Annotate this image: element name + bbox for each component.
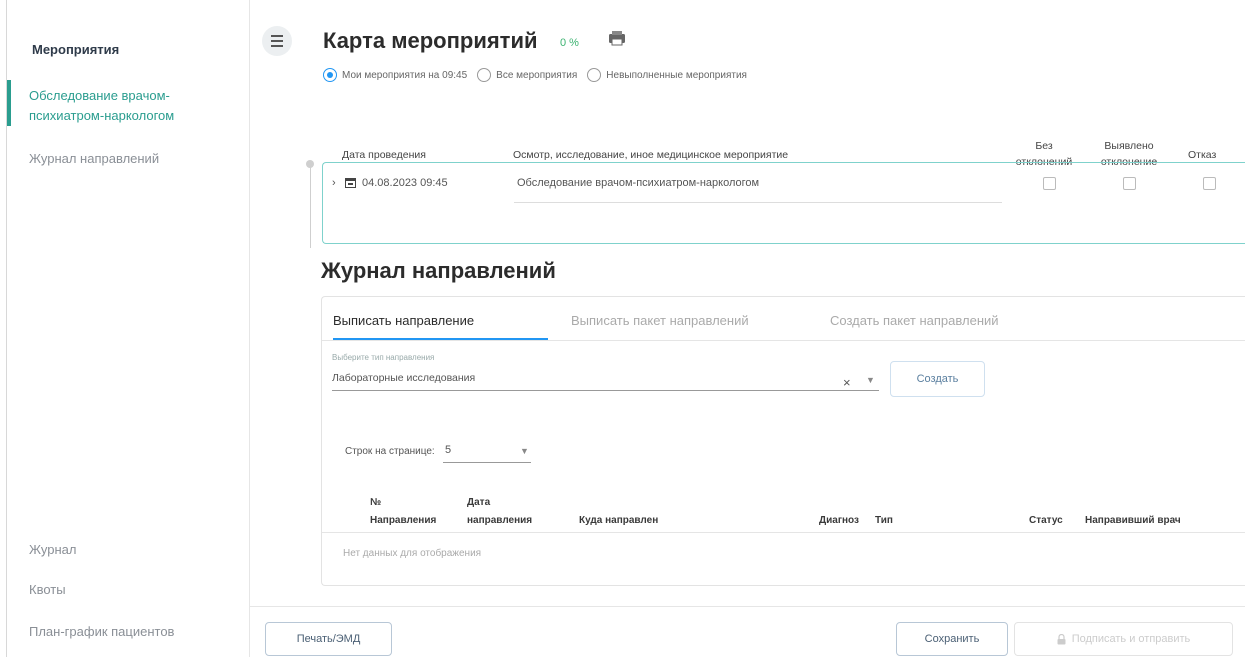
printer-icon[interactable] <box>608 30 626 46</box>
sidebar-item-quotas[interactable]: Квоты <box>29 580 66 600</box>
table-header-divider <box>322 532 1245 533</box>
sign-and-send-button[interactable]: Подписать и отправить <box>1014 622 1233 656</box>
expand-chevron-icon[interactable]: › <box>332 177 336 189</box>
sidebar-active-indicator <box>7 80 11 126</box>
col-status[interactable]: Статус <box>1029 512 1063 530</box>
rows-per-page-select[interactable]: 5 <box>445 444 451 456</box>
save-button[interactable]: Сохранить <box>896 622 1008 656</box>
sidebar-item-psychiatrist-exam[interactable]: Обследование врачом- психиатром-нарколог… <box>29 86 174 126</box>
menu-toggle-button[interactable] <box>262 26 292 56</box>
filter-incomplete-events[interactable]: Невыполненные мероприятия <box>587 68 747 82</box>
col-referral-date[interactable]: Дата направления <box>467 494 532 530</box>
footer-divider <box>250 606 1245 607</box>
checkbox-no-deviation[interactable] <box>1043 177 1056 190</box>
col-event: Осмотр, исследование, иное медицинское м… <box>513 149 789 161</box>
col-diagnosis[interactable]: Диагноз <box>819 512 859 530</box>
rows-select-underline <box>443 462 531 463</box>
chevron-down-icon[interactable]: ▼ <box>520 446 529 456</box>
filter-all-events[interactable]: Все мероприятия <box>477 68 577 82</box>
sidebar-item-label-line2: психиатром-наркологом <box>29 108 175 123</box>
hamburger-icon <box>271 34 283 49</box>
print-emd-button[interactable]: Печать/ЭМД <box>265 622 392 656</box>
journal-tabs: Выписать направление Выписать пакет напр… <box>322 297 1245 341</box>
progress-percent: 0 % <box>560 37 579 49</box>
filter-my-events[interactable]: Мои мероприятия на 09:45 <box>323 68 467 82</box>
radio-icon <box>477 68 492 82</box>
sidebar-header: Мероприятия <box>32 42 120 57</box>
checkbox-deviation[interactable] <box>1123 177 1136 190</box>
empty-table-message: Нет данных для отображения <box>343 548 482 559</box>
col-type[interactable]: Тип <box>875 512 893 530</box>
create-button[interactable]: Создать <box>890 361 985 397</box>
sidebar: Мероприятия Обследование врачом- психиат… <box>7 0 250 657</box>
radio-icon <box>587 68 602 82</box>
lock-icon <box>1057 633 1066 644</box>
sidebar-item-patient-schedule[interactable]: План-график пациентов <box>29 622 174 642</box>
event-date: 04.08.2023 09:45 <box>362 177 448 189</box>
sidebar-item-journal[interactable]: Журнал <box>29 540 76 560</box>
col-destination[interactable]: Куда направлен <box>579 512 658 530</box>
event-filter-radios: Мои мероприятия на 09:45 Все мероприятия… <box>323 68 757 82</box>
event-name-underline <box>514 202 1002 203</box>
select-underline <box>332 390 879 391</box>
clear-icon[interactable]: × <box>843 375 851 390</box>
col-referral-number[interactable]: № Направления <box>370 494 436 530</box>
journal-title: Журнал направлений <box>321 258 556 283</box>
sidebar-item-label: Обследование врачом- <box>29 88 170 103</box>
calendar-icon <box>345 178 356 188</box>
page-title: Карта мероприятий <box>323 28 538 53</box>
referral-type-select[interactable]: Лабораторные исследования <box>332 372 475 384</box>
tab-issue-referral[interactable]: Выписать направление <box>333 313 474 328</box>
active-tab-indicator <box>333 338 548 340</box>
col-referring-doctor[interactable]: Направивший врач <box>1085 512 1181 530</box>
checkbox-refusal[interactable] <box>1203 177 1216 190</box>
referral-type-label: Выберите тип направления <box>332 353 435 362</box>
rows-per-page-label: Строк на странице: <box>345 446 435 457</box>
event-card <box>322 162 1245 244</box>
tab-create-referral-package[interactable]: Создать пакет направлений <box>830 313 999 328</box>
radio-checked-icon <box>323 68 337 82</box>
col-date: Дата проведения <box>342 149 426 161</box>
tab-issue-referral-package[interactable]: Выписать пакет направлений <box>571 313 749 328</box>
event-name: Обследование врачом-психиатром-нарколого… <box>517 177 760 189</box>
timeline <box>310 162 311 248</box>
sidebar-item-referral-journal[interactable]: Журнал направлений <box>29 149 159 169</box>
chevron-down-icon[interactable]: ▼ <box>866 375 875 385</box>
col-refusal: Отказ <box>1188 149 1217 161</box>
